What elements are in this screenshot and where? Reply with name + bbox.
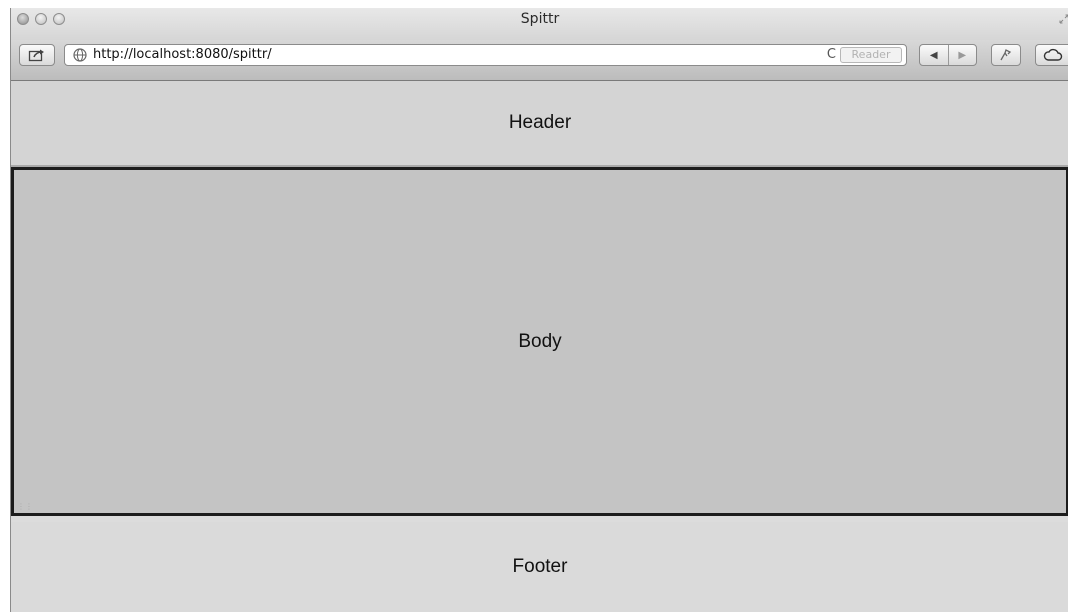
footer-label: Footer — [512, 556, 568, 577]
share-icon — [28, 49, 44, 62]
forward-button[interactable]: ▶ — [949, 45, 977, 65]
bookmark-button[interactable] — [991, 44, 1021, 66]
reader-button[interactable]: Reader — [840, 47, 902, 63]
back-forward-buttons: ◀ ▶ — [919, 44, 977, 66]
fullscreen-icon[interactable] — [1059, 14, 1068, 24]
globe-icon — [73, 48, 87, 62]
body-label: Body — [518, 330, 562, 352]
share-button[interactable] — [19, 44, 55, 66]
resize-grip-icon: ⋮⋮ — [17, 502, 33, 511]
footer-section: Footer — [11, 522, 1068, 612]
cloud-icon — [1043, 48, 1062, 61]
reload-icon[interactable]: C — [827, 47, 836, 62]
url-text[interactable]: http://localhost:8080/spittr/ — [93, 47, 272, 62]
bookmark-icon — [1000, 49, 1012, 61]
page-content: Header Body ⋮⋮ Footer — [11, 81, 1068, 612]
back-button[interactable]: ◀ — [920, 45, 949, 65]
window-title: Spittr — [520, 11, 560, 27]
header-label: Header — [508, 112, 572, 133]
browser-toolbar: http://localhost:8080/spittr/ C Reader ◀… — [11, 40, 1068, 81]
body-section: Body ⋮⋮ — [11, 167, 1068, 516]
address-bar[interactable]: http://localhost:8080/spittr/ C Reader — [64, 44, 907, 66]
browser-window: Spittr http://localhost:8080/spittr/ C R… — [10, 8, 1068, 612]
header-section: Header — [11, 81, 1068, 167]
title-bar: Spittr — [11, 8, 1068, 40]
icloud-tabs-button[interactable] — [1035, 44, 1068, 66]
